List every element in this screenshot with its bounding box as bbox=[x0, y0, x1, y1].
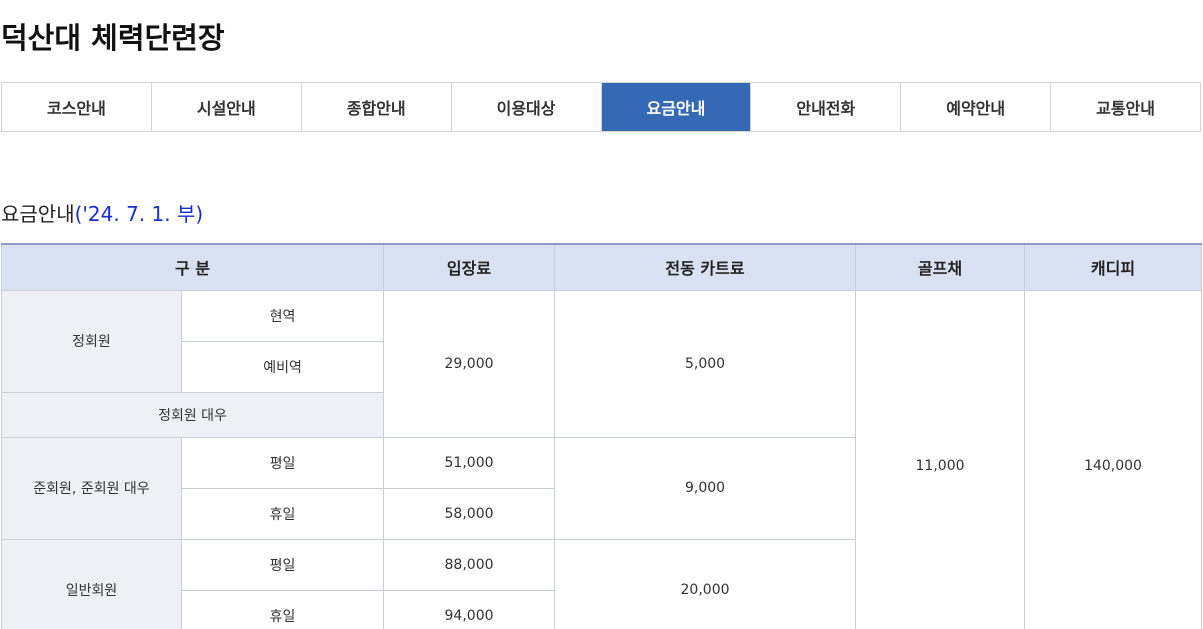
general-member-label: 일반회원 bbox=[1, 538, 182, 629]
section-heading: 요금안내('24. 7. 1. 부) bbox=[1, 200, 203, 228]
header-entry-fee: 입장료 bbox=[383, 243, 556, 291]
table-row: 정회원 현역 29,000 5,000 11,000 140,000 bbox=[1, 289, 1203, 629]
tab-reservation[interactable]: 예약안내 bbox=[900, 83, 1051, 131]
golf-club-fee: 11,000 bbox=[855, 289, 1026, 629]
tab-course[interactable]: 코스안내 bbox=[2, 83, 151, 131]
regular-equivalent-label: 정회원 대우 bbox=[0, 391, 385, 438]
general-weekday-fee: 88,000 bbox=[383, 538, 556, 591]
associate-weekday-fee: 51,000 bbox=[383, 436, 556, 489]
tab-eligibility[interactable]: 이용대상 bbox=[450, 83, 601, 131]
header-cart-fee: 전동 카트료 bbox=[554, 243, 857, 291]
tab-bar: 코스안내 시설안내 종합안내 이용대상 요금안내 안내전화 예약안내 교통안내 bbox=[1, 82, 1201, 132]
tab-directions[interactable]: 교통안내 bbox=[1050, 83, 1200, 131]
regular-reserve: 예비역 bbox=[180, 340, 385, 393]
header-category: 구 분 bbox=[0, 243, 385, 291]
page-title: 덕산대 체력단련장 bbox=[1, 21, 225, 55]
tab-general-info[interactable]: 종합안내 bbox=[300, 83, 451, 131]
general-holiday-fee: 94,000 bbox=[383, 589, 556, 629]
regular-active-duty: 현역 bbox=[180, 289, 385, 342]
associate-member-label: 준회원, 준회원 대우 bbox=[1, 436, 182, 540]
caddie-fee: 140,000 bbox=[1024, 289, 1203, 629]
tab-fees[interactable]: 요금안내 bbox=[600, 83, 751, 131]
regular-entry-fee: 29,000 bbox=[383, 289, 556, 438]
associate-weekday: 평일 bbox=[180, 436, 385, 489]
general-cart-fee: 20,000 bbox=[554, 538, 857, 629]
section-heading-date: ('24. 7. 1. 부) bbox=[74, 202, 204, 226]
associate-cart-fee: 9,000 bbox=[554, 436, 857, 540]
regular-member-label: 정회원 bbox=[1, 289, 182, 393]
header-caddie-fee: 캐디피 bbox=[1024, 243, 1203, 291]
table-header-row: 구 분 입장료 전동 카트료 골프채 캐디피 bbox=[0, 243, 1203, 291]
tab-contact[interactable]: 안내전화 bbox=[750, 83, 901, 131]
tab-facilities[interactable]: 시설안내 bbox=[150, 83, 301, 131]
general-weekday: 평일 bbox=[180, 538, 385, 591]
fee-table: 구 분 입장료 전동 카트료 골프채 캐디피 정회원 현역 29,000 5,0… bbox=[0, 243, 1203, 629]
header-golf-club: 골프채 bbox=[855, 243, 1026, 291]
section-heading-label: 요금안내 bbox=[1, 202, 75, 226]
regular-cart-fee: 5,000 bbox=[554, 289, 857, 438]
associate-holiday: 휴일 bbox=[180, 487, 385, 540]
associate-holiday-fee: 58,000 bbox=[383, 487, 556, 540]
general-holiday: 휴일 bbox=[180, 589, 385, 629]
page: 덕산대 체력단련장 코스안내 시설안내 종합안내 이용대상 요금안내 안내전화 … bbox=[0, 0, 1203, 629]
